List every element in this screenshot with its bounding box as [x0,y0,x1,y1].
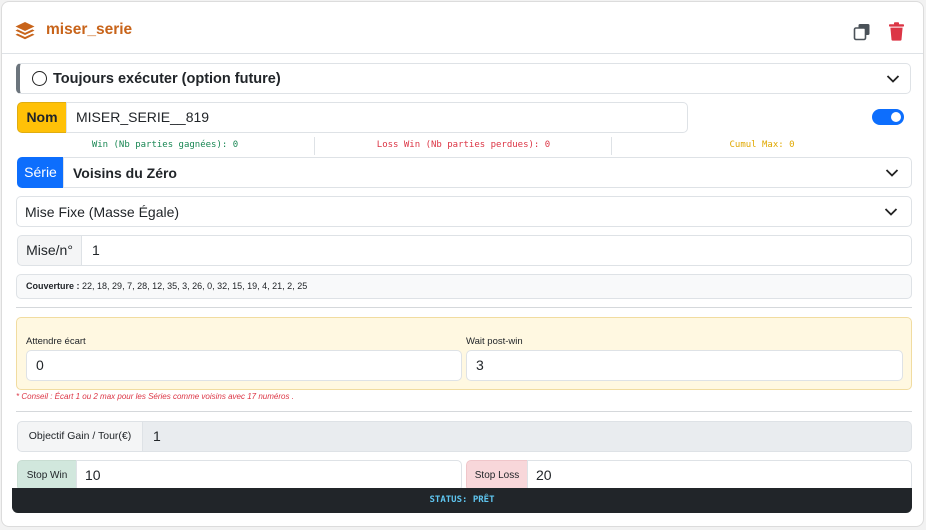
name-label: Nom [17,102,67,133]
objective-label: Objectif Gain / Tour(€) [17,421,143,452]
name-input[interactable]: MISER_SERIE__819 [66,102,688,133]
mise-per-number-input[interactable]: 1 [81,235,912,266]
stop-win-label: Stop Win [17,460,77,491]
chevron-down-icon [884,208,898,216]
divider [16,307,912,308]
always-execute-radio[interactable] [32,71,47,86]
stop-loss-input[interactable]: 20 [527,460,912,491]
serie-select[interactable]: Voisins du Zéro [63,157,912,188]
chevron-down-icon [886,75,900,83]
divider [16,411,912,412]
serie-selected-value: Voisins du Zéro [73,165,177,181]
coverage-box: Couverture : 22, 18, 29, 7, 28, 12, 35, … [16,274,912,299]
trash-icon[interactable] [888,22,905,41]
layer-group-icon [15,22,35,40]
stop-loss-label: Stop Loss [466,460,528,491]
strategy-title: miser_serie [46,21,133,38]
always-execute-accordion[interactable]: Toujours exécuter (option future) [16,63,911,94]
coverage-numbers: 22, 18, 29, 7, 28, 12, 35, 3, 26, 0, 32,… [82,281,308,291]
wait-settings-box: Attendre écart 0 Wait post-win 3 [16,317,912,390]
enabled-toggle[interactable] [872,109,904,125]
loss-stat: Loss Win (Nb parties perdues): 0 [316,137,612,155]
copy-icon[interactable] [853,23,871,41]
strategy-card: miser_serie Toujours exécuter (option fu… [1,1,924,527]
stop-win-input[interactable]: 10 [76,460,462,491]
chevron-down-icon [885,169,899,177]
cumul-stat: Cumul Max: 0 [729,140,795,150]
mise-mode-select[interactable]: Mise Fixe (Masse Égale) [16,196,912,227]
status-bar: STATUS: PRÊT [12,488,912,513]
always-execute-label: Toujours exécuter (option future) [53,71,281,87]
wait-gap-input[interactable]: 0 [26,350,462,381]
mise-mode-selected-value: Mise Fixe (Masse Égale) [25,204,180,220]
wait-post-win-label: Wait post-win [466,336,523,347]
win-stat: Win (Nb parties gagnées): 0 [16,137,315,155]
coverage-label: Couverture : [26,281,80,291]
card-header: miser_serie [2,2,923,54]
advice-text: * Conseil : Écart 1 ou 2 max pour les Sé… [16,392,294,401]
mise-per-number-label: Mise/n° [17,235,82,266]
wait-post-win-input[interactable]: 3 [466,350,903,381]
wait-gap-label: Attendre écart [26,336,86,347]
serie-label: Série [17,157,64,188]
objective-input[interactable]: 1 [142,421,912,452]
stats-row: Win (Nb parties gagnées): 0 Loss Win (Nb… [16,137,911,155]
